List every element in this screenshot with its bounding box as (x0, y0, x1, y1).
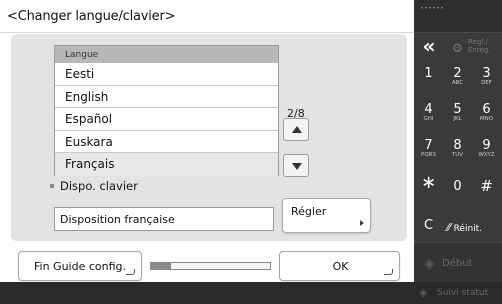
key-8-letters: TUV (451, 152, 464, 158)
page-title: <Changer langue/clavier> (7, 9, 176, 24)
list-item-language[interactable]: Eesti (55, 63, 278, 86)
bullet-icon (50, 184, 54, 188)
triangle-right-icon (360, 220, 364, 226)
main-panel: <Changer langue/clavier> Langue Eesti En… (0, 0, 414, 304)
status-bar: ◈ Suivi statut (0, 282, 502, 304)
settings-register-button[interactable]: ⚙ Régl./ Enreg. (448, 33, 502, 62)
key-5[interactable]: 5 JKL (443, 98, 472, 127)
key-7[interactable]: 7 PQRS (414, 134, 443, 163)
key-9[interactable]: 9 WXYZ (472, 134, 501, 163)
list-item-language[interactable]: English (55, 85, 278, 108)
ok-button[interactable]: OK (279, 251, 400, 281)
title-bar: <Changer langue/clavier> (0, 0, 414, 33)
settings-register-line1: Régl./ (468, 38, 488, 46)
key-2-letters: ABC (451, 80, 464, 86)
key-hash[interactable]: # (472, 172, 501, 201)
reset-icon: ⁄⁄ (447, 221, 451, 234)
key-3-letters: DEF (481, 80, 492, 86)
corner-arrow-icon (126, 269, 135, 275)
key-1[interactable]: 1 (414, 62, 443, 91)
keypad-panel: •••••• « ⚙ Régl./ Enreg. 1 2 ABC 3 DEF 4… (414, 0, 502, 304)
end-setup-guide-button[interactable]: Fin Guide config. (18, 251, 142, 281)
status-monitor-label[interactable]: Suivi statut (437, 288, 488, 298)
key-4[interactable]: 4 GHI (414, 98, 443, 127)
ok-button-label: OK (332, 260, 349, 273)
reset-button[interactable]: ⁄⁄ Réinit. (443, 211, 502, 240)
key-star-label: ∗ (420, 172, 437, 193)
key-7-label: 7 (424, 138, 433, 153)
setup-progress-bar (150, 262, 271, 270)
gear-icon: ⚙ (452, 41, 463, 55)
key-5-letters: JKL (453, 116, 462, 122)
list-item-language-selected[interactable]: Français (55, 153, 278, 176)
key-0-label: 0 (453, 179, 462, 194)
key-1-label: 1 (424, 66, 433, 81)
key-hash-label: # (480, 177, 493, 195)
key-6[interactable]: 6 MNO (472, 98, 501, 127)
language-list-header: Langue (55, 46, 278, 63)
keyboard-layout-label: Dispo. clavier (60, 179, 138, 193)
set-button-label: Régler (291, 205, 327, 218)
start-button[interactable]: ◈ Début (414, 242, 502, 282)
settings-register-label: Régl./ Enreg. (468, 38, 491, 54)
key-6-letters: MNO (479, 116, 494, 122)
scroll-up-button[interactable] (283, 118, 309, 141)
start-icon: ◈ (424, 256, 435, 272)
key-5-label: 5 (453, 102, 462, 117)
settings-register-line2: Enreg. (468, 46, 491, 54)
key-2-label: 2 (453, 66, 462, 81)
key-8-label: 8 (453, 138, 462, 153)
list-item-language[interactable]: Euskara (55, 130, 278, 153)
arrow-up-icon (292, 126, 302, 133)
list-item-language[interactable]: Español (55, 108, 278, 131)
key-8[interactable]: 8 TUV (443, 134, 472, 163)
key-4-letters: GHI (423, 116, 434, 122)
arrow-down-icon (292, 163, 302, 170)
keypad-top-bar: •••••• (414, 0, 502, 33)
key-0[interactable]: 0 (443, 172, 472, 201)
key-4-label: 4 (424, 102, 433, 117)
corner-arrow-icon (384, 269, 393, 275)
key-2[interactable]: 2 ABC (443, 62, 472, 91)
keyboard-layout-value: Disposition française (54, 207, 274, 231)
reset-button-label: Réinit. (453, 224, 483, 234)
scroll-down-button[interactable] (283, 154, 309, 177)
end-setup-guide-label: Fin Guide config. (34, 260, 127, 273)
set-button[interactable]: Régler (282, 198, 371, 233)
key-3-label: 3 (482, 66, 491, 81)
language-list: Langue Eesti English Español Euskara Fra… (54, 45, 279, 176)
back-button[interactable]: « (414, 33, 444, 62)
clear-button[interactable]: C (414, 211, 443, 240)
status-monitor-icon: ◈ (419, 286, 428, 299)
key-star[interactable]: ∗ (414, 172, 443, 201)
key-7-letters: PQRS (421, 152, 436, 158)
progress-fill (151, 263, 172, 269)
key-9-letters: WXYZ (478, 152, 495, 158)
dots-indicator-icon: •••••• (420, 5, 445, 12)
key-9-label: 9 (482, 138, 491, 153)
clear-button-label: C (423, 218, 434, 233)
key-3[interactable]: 3 DEF (472, 62, 501, 91)
key-6-label: 6 (482, 102, 491, 117)
start-button-label: Début (442, 258, 473, 269)
